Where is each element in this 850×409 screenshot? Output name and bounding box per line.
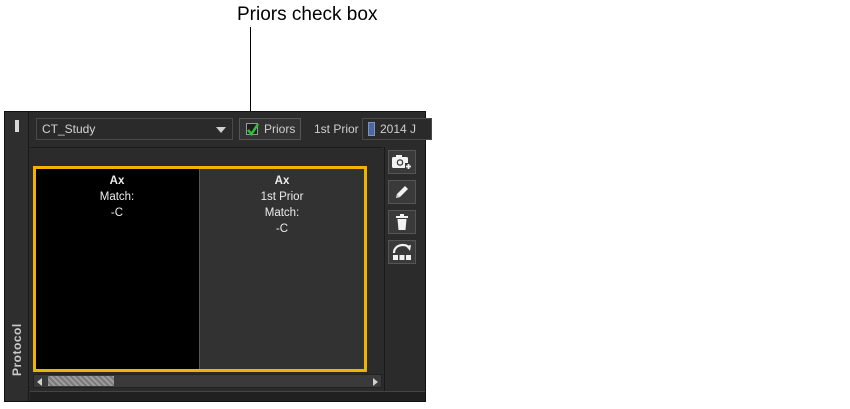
camera-add-icon [392, 155, 412, 170]
protocol-rail-label[interactable]: Protocol [9, 315, 25, 385]
prior-date-select[interactable]: 2014 J [362, 118, 432, 140]
horizontal-scrollbar[interactable] [33, 374, 382, 388]
study-select[interactable]: CT_Study [36, 118, 233, 140]
add-snapshot-button[interactable] [388, 150, 416, 174]
prior-date-value: 2014 J [380, 122, 417, 136]
scroll-right-icon[interactable] [373, 378, 378, 386]
hanging-layout-frame[interactable]: Ax Match: -C Ax 1st Prior Match: -C [33, 166, 367, 372]
callout-leader-line [250, 27, 251, 123]
cell-title: Ax [109, 175, 125, 187]
chevron-down-icon [216, 127, 226, 133]
protocol-toolbar: CT_Study Priors 1st Prior 2014 J [30, 116, 432, 144]
checkmark-icon [247, 123, 260, 137]
tool-strip-divider [384, 147, 385, 399]
viewport-cell-prior[interactable]: Ax 1st Prior Match: -C [199, 169, 364, 369]
trash-icon [396, 214, 408, 230]
scrollbar-thumb[interactable] [48, 376, 114, 386]
priors-label: Priors [264, 122, 296, 136]
viewport-cell-current[interactable]: Ax Match: -C [36, 169, 198, 369]
priors-toggle[interactable]: Priors [239, 118, 301, 140]
pencil-icon [396, 186, 408, 198]
toolbar-divider [30, 147, 382, 148]
cell-title: Ax [274, 175, 290, 187]
cell-line: -C [110, 207, 124, 219]
cell-line: Match: [99, 191, 135, 203]
panel-bottom-strip [30, 391, 425, 401]
edit-button[interactable] [388, 180, 416, 204]
rotate-layout-icon [392, 243, 411, 260]
study-select-value: CT_Study [42, 122, 96, 136]
cell-line: Match: [264, 207, 300, 219]
cell-line: -C [275, 223, 289, 235]
callout-label: Priors check box [237, 4, 378, 25]
cell-line: 1st Prior [260, 191, 304, 203]
left-rail: Protocol [5, 112, 29, 401]
delete-button[interactable] [388, 210, 416, 234]
protocol-panel: Protocol CT_Study Priors 1st Prior 2014 … [4, 111, 432, 402]
scroll-left-icon[interactable] [37, 378, 42, 386]
first-prior-label: 1st Prior [314, 122, 359, 136]
rotate-layout-button[interactable] [388, 240, 416, 264]
prior-color-swatch [368, 122, 375, 136]
priors-checkbox[interactable] [246, 123, 260, 137]
rail-grip-handle[interactable] [15, 120, 19, 132]
